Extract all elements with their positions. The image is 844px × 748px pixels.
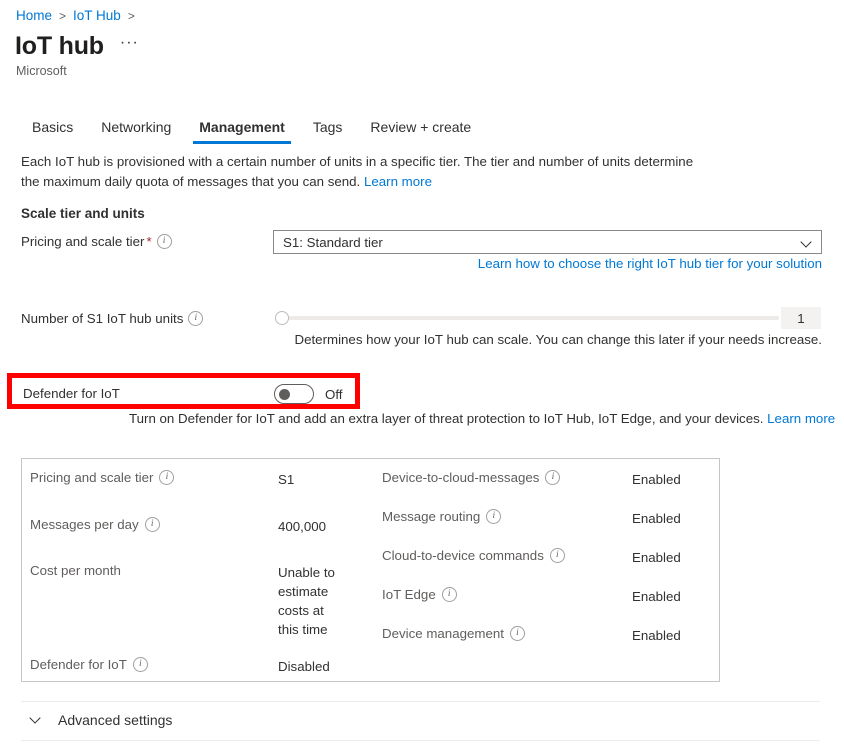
summary-row-name: Defender for IoT <box>30 657 278 672</box>
chevron-down-icon <box>802 237 813 248</box>
required-marker: * <box>146 234 151 249</box>
table-row: Cloud-to-device commands Enabled <box>374 528 721 567</box>
page-header: IoT hub ··· <box>15 31 141 61</box>
page-title: IoT hub <box>15 31 104 61</box>
chevron-down-icon-advanced <box>30 714 42 726</box>
tab-basics[interactable]: Basics <box>18 115 87 144</box>
summary-row-value: Enabled <box>632 470 681 489</box>
summary-row-label: Messages per day <box>30 517 139 532</box>
table-row: IoT Edge Enabled <box>374 567 721 606</box>
summary-row-label: Message routing <box>382 509 480 524</box>
pricing-tier-selected-value: S1: Standard tier <box>283 235 802 250</box>
tab-review-create[interactable]: Review + create <box>356 115 485 144</box>
summary-row-value: Unable to estimate costs at this time <box>278 563 348 639</box>
summary-row-value: Enabled <box>632 548 681 567</box>
breadcrumb-item-home[interactable]: Home <box>16 7 52 25</box>
tab-management[interactable]: Management <box>185 115 299 144</box>
info-icon-device-management[interactable] <box>510 626 525 641</box>
slider-thumb[interactable] <box>275 311 289 325</box>
summary-row-value: Enabled <box>632 509 681 528</box>
table-row: Defender for IoT Disabled <box>22 639 374 676</box>
defender-label: Defender for IoT <box>23 386 120 401</box>
summary-row-name: Cost per month <box>30 563 278 578</box>
summary-row-name: Pricing and scale tier <box>30 470 278 485</box>
wizard-tabs: Basics Networking Management Tags Review… <box>18 115 485 144</box>
intro-learn-more-link[interactable]: Learn more <box>364 174 432 189</box>
pricing-tier-dropdown[interactable]: S1: Standard tier <box>273 230 822 254</box>
summary-row-label: Cost per month <box>30 563 121 578</box>
defender-toggle[interactable] <box>274 384 314 404</box>
defender-help-copy: Turn on Defender for IoT and add an extr… <box>129 411 763 426</box>
table-row: Pricing and scale tier S1 <box>22 459 374 489</box>
tab-networking[interactable]: Networking <box>87 115 185 144</box>
scale-section-heading: Scale tier and units <box>21 206 145 221</box>
summary-row-value: Enabled <box>632 626 681 645</box>
pricing-tier-label: Pricing and scale tier <box>21 234 144 249</box>
summary-row-name: Device management <box>382 626 632 641</box>
table-row: Cost per month Unable to estimate costs … <box>22 536 374 639</box>
defender-help-text: Turn on Defender for IoT and add an extr… <box>129 411 835 426</box>
breadcrumb-separator-icon: > <box>59 7 66 25</box>
breadcrumb-separator-icon-2: > <box>128 7 135 25</box>
info-icon-pricing-tier-summary[interactable] <box>159 470 174 485</box>
table-row: Messages per day 400,000 <box>22 489 374 536</box>
info-icon-cloud-to-device-commands[interactable] <box>550 548 565 563</box>
units-slider[interactable] <box>275 308 779 328</box>
summary-row-value: Disabled <box>278 657 348 676</box>
units-label-group: Number of S1 IoT hub units <box>21 311 203 326</box>
units-value-box[interactable]: 1 <box>781 307 821 329</box>
publisher-label: Microsoft <box>16 64 67 78</box>
units-label: Number of S1 IoT hub units <box>21 311 183 326</box>
table-row: Device management Enabled <box>374 606 721 645</box>
intro-text: Each IoT hub is provisioned with a certa… <box>21 154 693 189</box>
info-icon-message-routing[interactable] <box>486 509 501 524</box>
info-icon-iot-edge[interactable] <box>442 587 457 602</box>
pricing-tier-help-link[interactable]: Learn how to choose the right IoT hub ti… <box>478 256 822 271</box>
summary-row-name: Messages per day <box>30 517 278 532</box>
divider-top <box>21 701 820 702</box>
breadcrumb: Home > IoT Hub > <box>16 7 135 25</box>
summary-row-name: Cloud-to-device commands <box>382 548 632 563</box>
divider-bottom <box>21 740 820 741</box>
info-icon-units[interactable] <box>188 311 203 326</box>
pricing-tier-label-group: Pricing and scale tier* <box>21 234 172 249</box>
intro-paragraph: Each IoT hub is provisioned with a certa… <box>21 152 711 192</box>
defender-learn-more-link[interactable]: Learn more <box>767 411 835 426</box>
table-row: Message routing Enabled <box>374 489 721 528</box>
breadcrumb-item-iot-hub[interactable]: IoT Hub <box>73 7 121 25</box>
summary-row-label: Defender for IoT <box>30 657 127 672</box>
summary-row-value: 400,000 <box>278 517 348 536</box>
summary-row-name: IoT Edge <box>382 587 632 602</box>
summary-row-label: Cloud-to-device commands <box>382 548 544 563</box>
defender-toggle-state: Off <box>325 387 343 402</box>
info-icon-messages-per-day[interactable] <box>145 517 160 532</box>
toggle-knob <box>279 389 290 400</box>
summary-row-label: Device-to-cloud-messages <box>382 470 539 485</box>
units-help-text: Determines how your IoT hub can scale. Y… <box>294 332 822 347</box>
summary-right-column: Device-to-cloud-messages Enabled Message… <box>374 459 721 645</box>
summary-table: Pricing and scale tier S1 Messages per d… <box>21 458 720 682</box>
summary-row-value: Enabled <box>632 587 681 606</box>
summary-row-label: Pricing and scale tier <box>30 470 153 485</box>
summary-row-name: Message routing <box>382 509 632 524</box>
slider-track <box>285 316 779 320</box>
info-icon-defender-summary[interactable] <box>133 657 148 672</box>
tab-tags[interactable]: Tags <box>299 115 357 144</box>
more-options-icon[interactable]: ··· <box>118 34 141 58</box>
advanced-settings-label: Advanced settings <box>58 712 172 728</box>
summary-row-label: Device management <box>382 626 504 641</box>
summary-left-column: Pricing and scale tier S1 Messages per d… <box>22 459 374 676</box>
info-icon-pricing-tier[interactable] <box>157 234 172 249</box>
advanced-settings-toggle[interactable]: Advanced settings <box>30 712 172 728</box>
summary-row-label: IoT Edge <box>382 587 436 602</box>
table-row: Device-to-cloud-messages Enabled <box>374 459 721 489</box>
info-icon-device-to-cloud-messages[interactable] <box>545 470 560 485</box>
summary-row-name: Device-to-cloud-messages <box>382 470 632 485</box>
summary-row-value: S1 <box>278 470 348 489</box>
